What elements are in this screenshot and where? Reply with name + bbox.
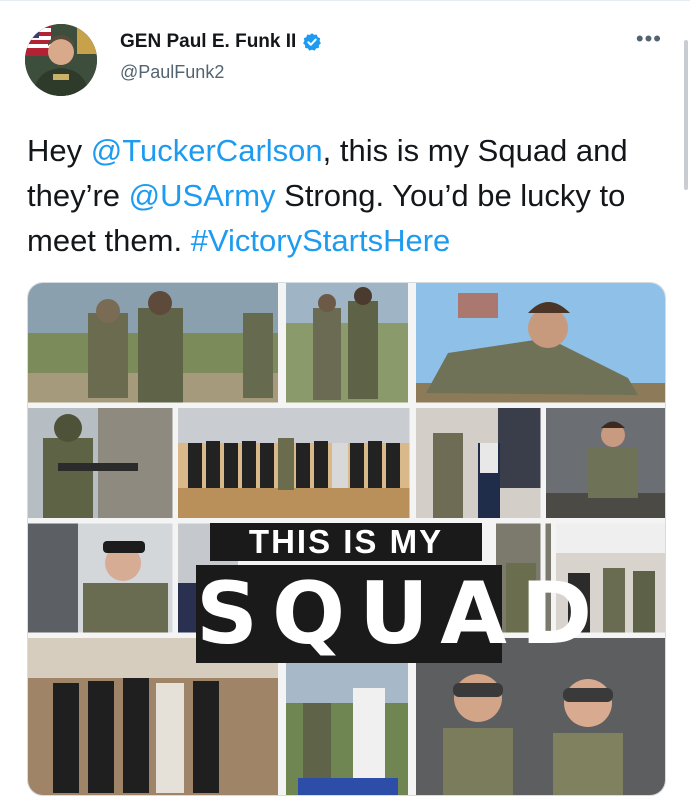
tweet-text-part: Hey	[27, 133, 91, 168]
author-handle[interactable]: @PaulFunk2	[120, 62, 224, 83]
photo-team-group	[178, 408, 411, 518]
photo-soldier-beret	[28, 523, 173, 633]
more-options-icon[interactable]: •••	[636, 26, 662, 52]
mention-link[interactable]: @TuckerCarlson	[91, 133, 323, 168]
photo-soldiers-talking	[28, 283, 278, 403]
mention-link[interactable]: @USArmy	[129, 178, 276, 213]
photo-officer-desk	[546, 408, 665, 518]
collage-title-line2: SQUAD	[196, 564, 607, 664]
author-avatar[interactable]	[25, 24, 97, 96]
photo-pushup-soldier	[416, 283, 665, 403]
scrollbar[interactable]	[684, 40, 688, 190]
tweet-text: Hey @TuckerCarlson, this is my Squad and…	[27, 128, 667, 263]
photo-instructors	[286, 283, 408, 403]
author-name-row[interactable]: GEN Paul E. Funk II	[120, 31, 322, 53]
verified-badge-icon	[303, 33, 322, 51]
collage-title-line1: THIS IS MY	[210, 523, 482, 561]
photo-cadets-building	[416, 408, 541, 518]
photo-soldier-weapon	[28, 408, 173, 518]
author-name[interactable]: GEN Paul E. Funk II	[120, 31, 296, 53]
top-divider	[0, 0, 690, 1]
hashtag-link[interactable]: #VictoryStartsHere	[191, 223, 451, 258]
